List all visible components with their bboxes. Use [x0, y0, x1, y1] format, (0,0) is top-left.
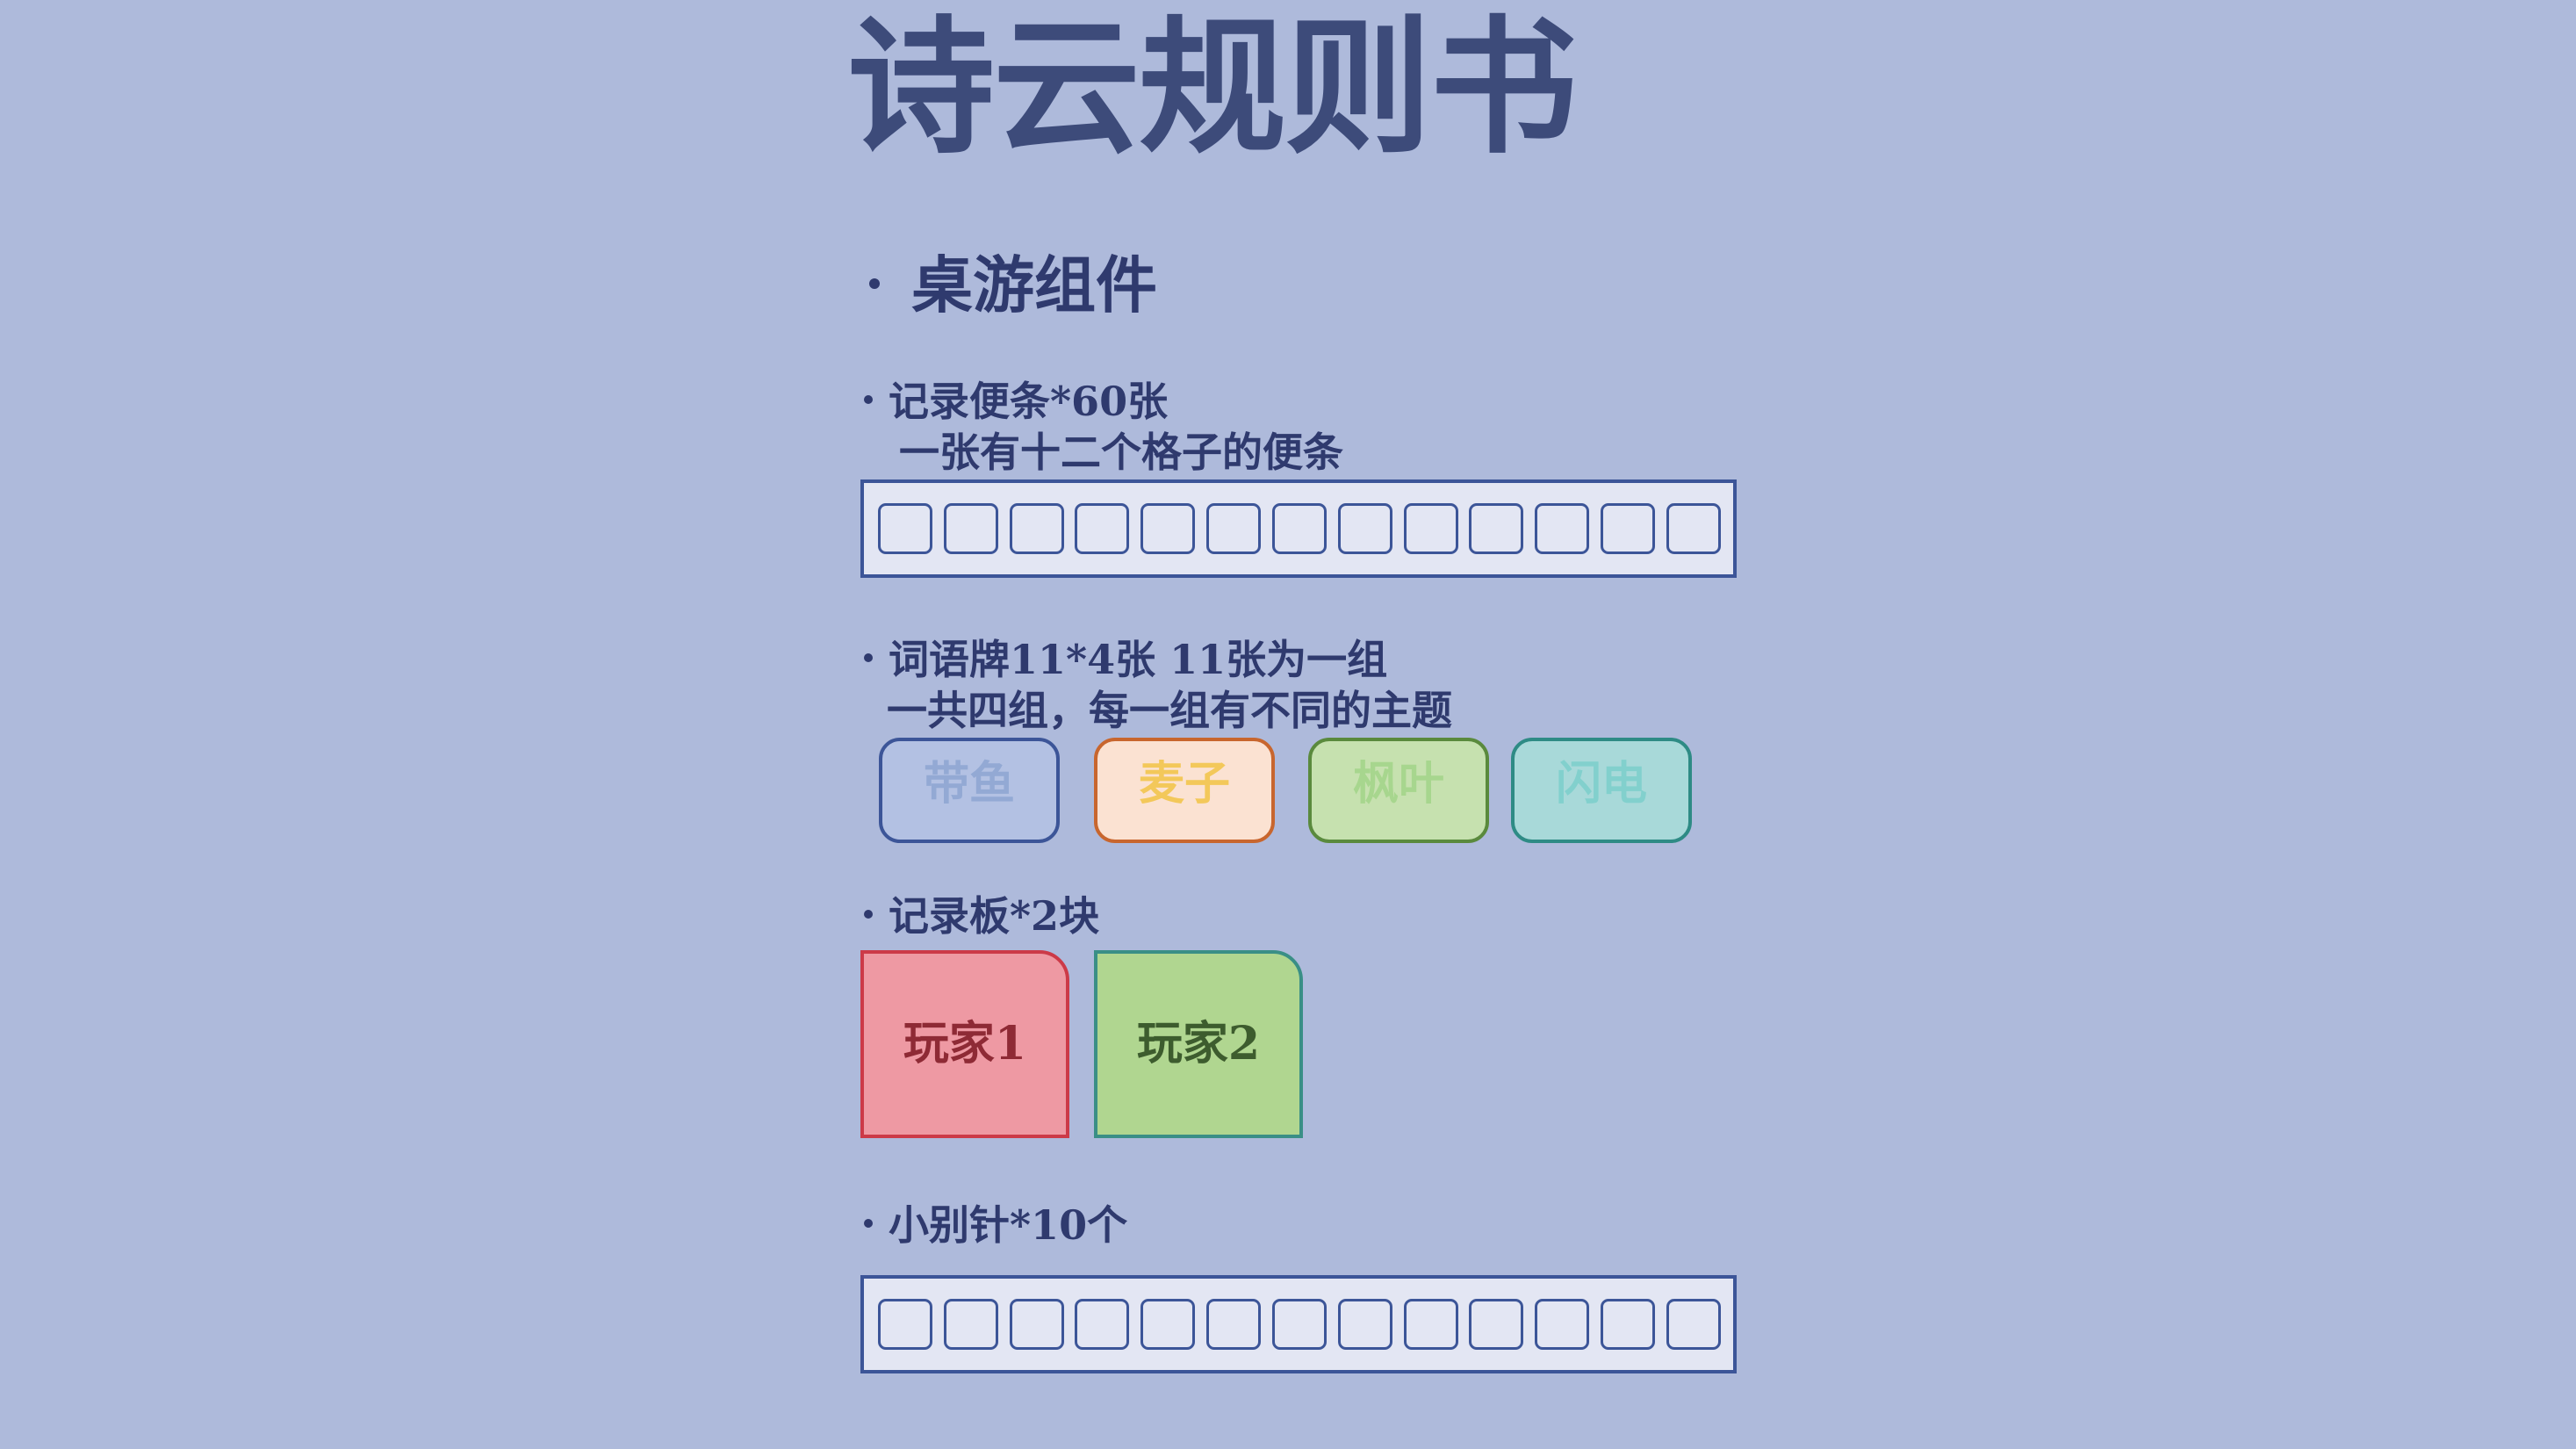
memo-title: 记录便条*60张 [864, 376, 1168, 427]
grid-cell [943, 1299, 998, 1350]
grid-cell [1075, 503, 1130, 554]
word-card-label: 麦子 [1138, 758, 1230, 811]
grid-cell [1009, 1299, 1064, 1350]
section-heading: 桌游组件 [869, 248, 1157, 323]
record-board-label: 玩家1 [903, 1017, 1027, 1071]
section-heading-text: 桌游组件 [911, 249, 1157, 321]
page-title: 诗云规则书 [847, 2, 1578, 174]
grid-cell [1206, 503, 1262, 554]
grid-cell [1469, 1299, 1524, 1350]
bullet-dot [864, 1219, 873, 1228]
grid-cell [1337, 1299, 1392, 1350]
grid-cell [1666, 503, 1721, 554]
record-board: 玩家2 [1094, 950, 1303, 1138]
grid-cell [1403, 1299, 1458, 1350]
pins-title-text: 小别针*10个 [889, 1201, 1128, 1249]
grid-cell [1601, 503, 1656, 554]
pins-strip [860, 1275, 1737, 1373]
boards-title-text: 记录板*2块 [889, 892, 1100, 940]
memo-description: 一张有十二个格子的便条 [899, 429, 1343, 476]
bullet-dot [864, 653, 873, 662]
word-card: 带鱼 [879, 738, 1060, 843]
grid-cell [1140, 503, 1196, 554]
bullet-dot [869, 278, 880, 289]
memo-strip [860, 479, 1737, 578]
grid-cell [1009, 503, 1064, 554]
record-board: 玩家1 [860, 950, 1069, 1138]
word-cards-title-text: 词语牌11*4张 11张为一组 [889, 636, 1388, 683]
grid-cell [1206, 1299, 1262, 1350]
boards-title: 记录板*2块 [864, 890, 1099, 941]
grid-cell [1666, 1299, 1721, 1350]
word-card: 枫叶 [1308, 738, 1489, 843]
word-cards-description: 一共四组，每一组有不同的主题 [887, 687, 1452, 734]
word-card-label: 枫叶 [1352, 758, 1444, 811]
grid-cell [1271, 1299, 1327, 1350]
grid-cell [1140, 1299, 1196, 1350]
pins-title: 小别针*10个 [864, 1200, 1127, 1251]
grid-cell [1469, 503, 1524, 554]
grid-cell [878, 503, 932, 554]
grid-cell [1403, 503, 1458, 554]
bullet-dot [864, 395, 873, 404]
grid-cell [1337, 503, 1392, 554]
grid-cell [1075, 1299, 1130, 1350]
record-board-label: 玩家2 [1136, 1017, 1261, 1071]
bullet-dot [864, 910, 873, 919]
grid-cell [1535, 503, 1590, 554]
grid-cell [1601, 1299, 1656, 1350]
grid-cell [1535, 1299, 1590, 1350]
word-card: 麦子 [1094, 738, 1275, 843]
memo-title-text: 记录便条*60张 [889, 378, 1169, 425]
word-card-label: 闪电 [1555, 758, 1647, 811]
word-card-label: 带鱼 [923, 758, 1015, 811]
grid-cell [1271, 503, 1327, 554]
word-card: 闪电 [1511, 738, 1692, 843]
grid-cell [943, 503, 998, 554]
word-cards-title: 词语牌11*4张 11张为一组 [864, 634, 1387, 685]
grid-cell [878, 1299, 932, 1350]
